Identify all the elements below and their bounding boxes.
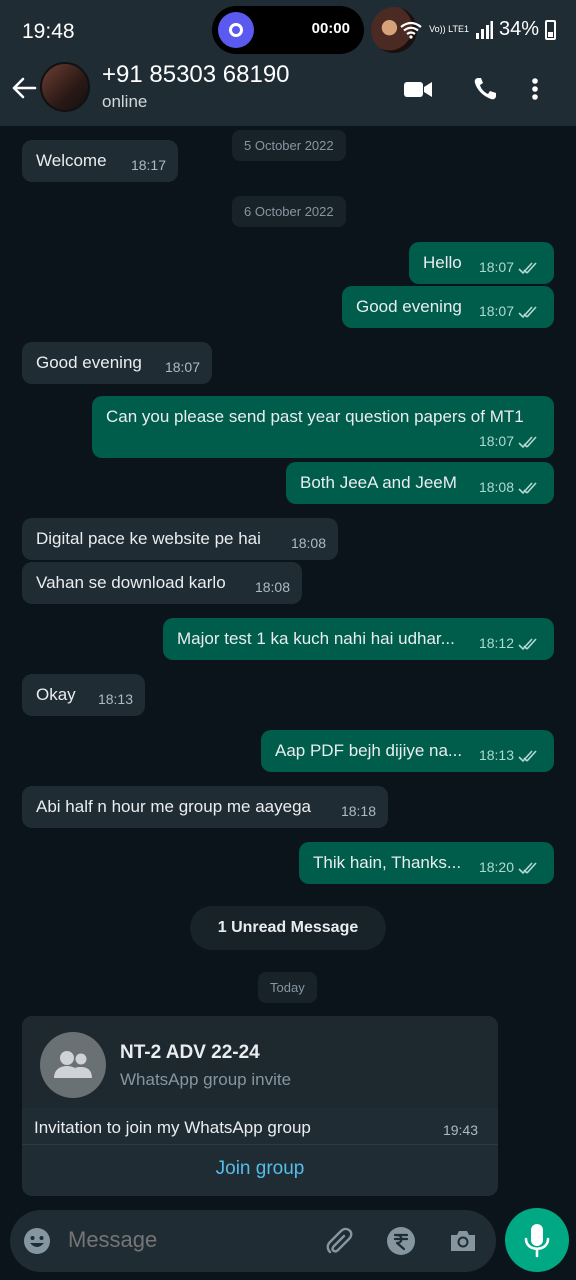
unread-messages-chip: 1 Unread Message	[190, 906, 386, 950]
read-ticks-icon	[518, 306, 537, 319]
message-text: Okay	[36, 685, 76, 704]
read-ticks-icon	[518, 482, 537, 495]
message-time: 19:43	[442, 1122, 478, 1138]
volte-indicator: Vo)) LTE1	[429, 24, 469, 34]
outgoing-message[interactable]: Both JeeA and JeeM 18:08	[286, 462, 554, 504]
emoji-icon[interactable]	[22, 1226, 52, 1256]
join-group-button[interactable]: Join group	[22, 1147, 498, 1191]
battery-percent: 34%	[498, 18, 539, 40]
status-bar: 19:48 00:00 Vo)) LTE1 34%	[0, 0, 576, 60]
message-text: Aap PDF bejh dijiye na...	[275, 741, 463, 760]
contact-name[interactable]: +91 85303 68190	[102, 61, 290, 89]
read-ticks-icon	[518, 436, 537, 449]
message-composer	[10, 1210, 496, 1272]
message-input[interactable]	[68, 1227, 308, 1253]
video-call-icon[interactable]	[403, 76, 433, 102]
read-ticks-icon	[518, 750, 537, 763]
outgoing-message[interactable]: Hello 18:07	[409, 242, 554, 284]
status-icons: Vo)) LTE1 34%	[399, 18, 556, 41]
message-text: Good evening	[356, 297, 462, 316]
divider	[22, 1144, 498, 1145]
mic-button[interactable]	[505, 1208, 569, 1272]
read-ticks-icon	[518, 638, 537, 651]
message-time: 18:20	[478, 859, 514, 875]
message-text: Can you please send past year question p…	[106, 407, 524, 426]
outgoing-message[interactable]: Aap PDF bejh dijiye na... 18:13	[261, 730, 554, 772]
read-ticks-icon	[518, 262, 537, 275]
incoming-message[interactable]: Okay 18:13	[22, 674, 145, 716]
incoming-message[interactable]: Abi half n hour me group me aayega 18:18	[22, 786, 388, 828]
message-time: 18:07	[478, 303, 514, 319]
rupee-payment-icon[interactable]	[386, 1226, 416, 1256]
message-text: Major test 1 ka kuch nahi hai udhar...	[177, 629, 455, 648]
incoming-message[interactable]: Welcome 18:17	[22, 140, 178, 182]
message-time: 18:18	[340, 803, 376, 819]
message-text: Good evening	[36, 353, 142, 372]
message-text: Welcome	[36, 151, 107, 170]
mic-icon	[524, 1224, 550, 1258]
message-text: Both JeeA and JeeM	[300, 473, 457, 492]
outgoing-message[interactable]: Can you please send past year question p…	[92, 396, 554, 458]
message-time: 18:07	[478, 259, 514, 275]
incoming-message[interactable]: Good evening 18:07	[22, 342, 212, 384]
wifi-icon	[400, 21, 422, 39]
camera-icon[interactable]	[448, 1226, 478, 1256]
message-time: 18:12	[478, 635, 514, 651]
outgoing-message[interactable]: Major test 1 ka kuch nahi hai udhar... 1…	[163, 618, 554, 660]
call-pill[interactable]: 00:00	[212, 6, 364, 54]
message-text: Digital pace ke website pe hai	[36, 529, 261, 548]
message-time: 18:08	[290, 535, 326, 551]
message-time: 18:13	[97, 691, 133, 707]
group-avatar	[40, 1032, 106, 1098]
message-time: 18:17	[130, 157, 166, 173]
outgoing-message[interactable]: Thik hain, Thanks... 18:20	[299, 842, 554, 884]
voice-call-icon[interactable]	[472, 76, 502, 102]
date-chip: 6 October 2022	[232, 196, 346, 227]
incoming-message[interactable]: Vahan se download karlo 18:08	[22, 562, 302, 604]
group-invite-card[interactable]: NT-2 ADV 22-24 WhatsApp group invite Inv…	[22, 1016, 498, 1196]
status-time: 19:48	[22, 20, 75, 43]
screen-record-icon	[218, 12, 254, 48]
outgoing-message[interactable]: Good evening 18:07	[342, 286, 554, 328]
read-ticks-icon	[518, 862, 537, 875]
chat-header: +91 85303 68190 online	[0, 60, 576, 126]
back-arrow-icon[interactable]	[10, 74, 38, 102]
invite-subtitle: WhatsApp group invite	[120, 1070, 292, 1089]
message-time: 18:07	[478, 433, 514, 449]
message-text: Abi half n hour me group me aayega	[36, 797, 312, 816]
message-text: Hello	[423, 253, 462, 272]
chat-area[interactable]: 5 October 2022 6 October 2022 Welcome 18…	[0, 126, 576, 1208]
more-options-icon[interactable]	[530, 76, 540, 102]
incoming-message[interactable]: Digital pace ke website pe hai 18:08	[22, 518, 338, 560]
signal-icon	[475, 20, 493, 39]
battery-icon	[545, 19, 556, 40]
date-chip: Today	[258, 972, 317, 1003]
invite-header[interactable]: NT-2 ADV 22-24 WhatsApp group invite	[22, 1016, 498, 1108]
group-name: NT-2 ADV 22-24	[120, 1042, 260, 1063]
message-time: 18:08	[478, 479, 514, 495]
date-chip: 5 October 2022	[232, 130, 346, 161]
contact-status: online	[102, 92, 148, 111]
message-text: Vahan se download karlo	[36, 573, 226, 592]
contact-avatar[interactable]	[40, 62, 90, 112]
message-time: 18:08	[254, 579, 290, 595]
invite-text: Invitation to join my WhatsApp group	[34, 1118, 311, 1137]
message-time: 18:07	[164, 359, 200, 375]
message-time: 18:13	[478, 747, 514, 763]
message-text: Thik hain, Thanks...	[313, 853, 462, 872]
attach-icon[interactable]	[324, 1226, 354, 1256]
group-people-icon	[54, 1051, 92, 1078]
pill-timer: 00:00	[311, 20, 350, 37]
